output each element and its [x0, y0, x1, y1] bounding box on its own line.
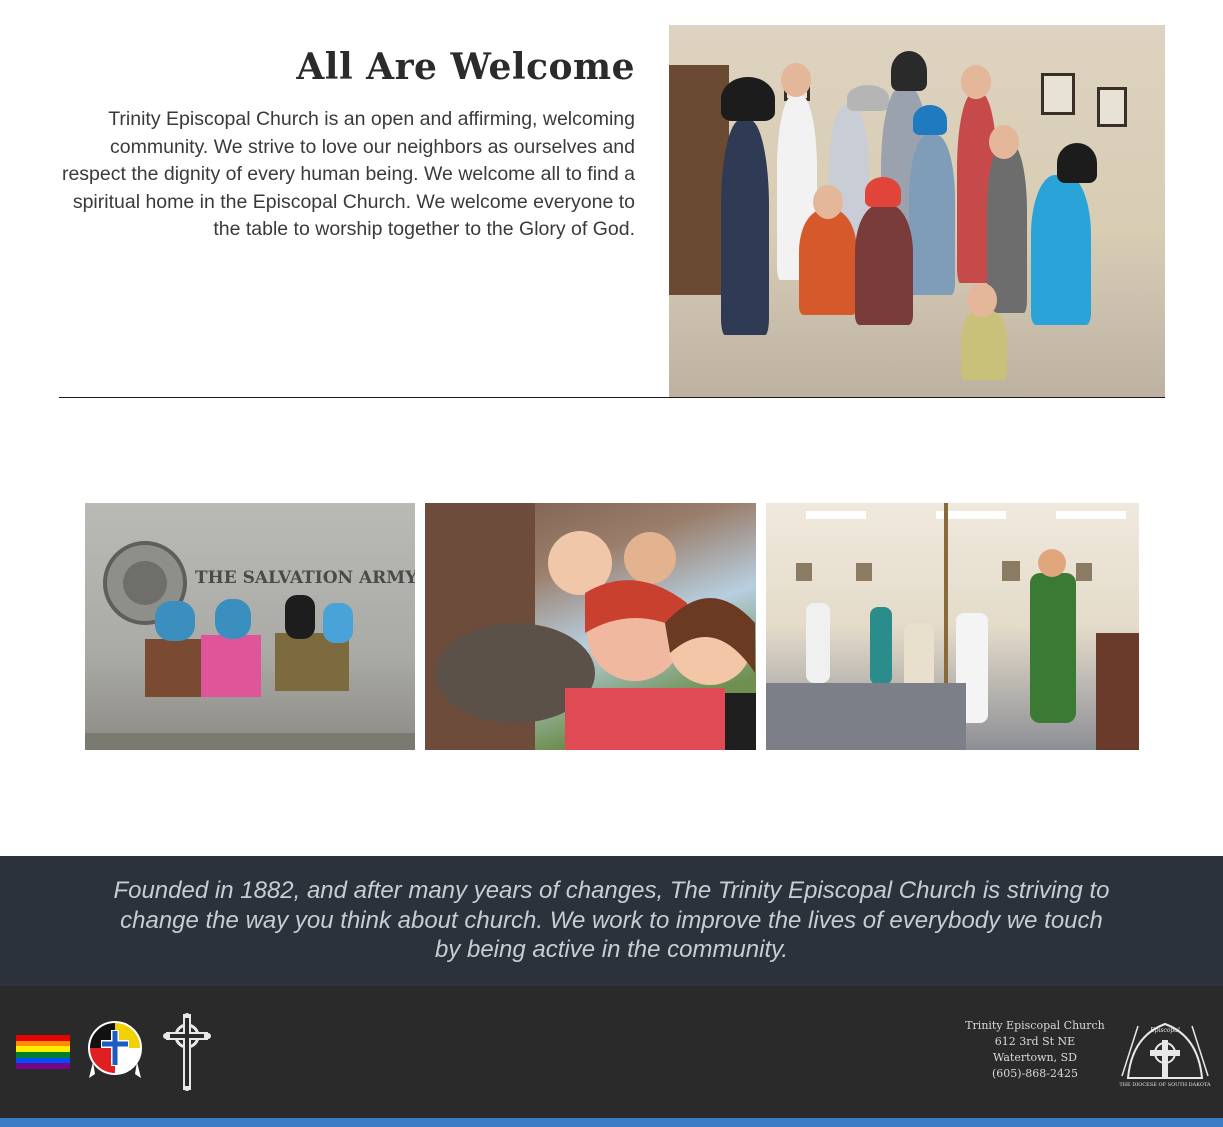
address-phone[interactable]: (605)-868-2425: [955, 1066, 1115, 1082]
flag-stripe: [16, 1063, 70, 1069]
welcome-section: All Are Welcome Trinity Episcopal Church…: [60, 40, 635, 244]
photo-wall-frame: [1097, 87, 1127, 127]
photo-hat: [847, 85, 889, 111]
photo-wall-frame: [1041, 73, 1075, 115]
mission-banner: Founded in 1882, and after many years of…: [0, 856, 1223, 986]
salvation-army-sign: THE SALVATION ARMY: [195, 568, 415, 588]
photo-door: [669, 65, 729, 295]
gallery-photo-selfie[interactable]: [425, 503, 756, 750]
address-city: Watertown, SD: [993, 1051, 1077, 1064]
pride-flag-icon[interactable]: [16, 1035, 70, 1069]
celtic-cross-icon[interactable]: [162, 1012, 212, 1092]
salvation-army-scene: THE SALVATION ARMY: [85, 541, 415, 750]
photo-hat: [721, 77, 775, 121]
photo-person: [721, 120, 769, 335]
church-service-scene: [766, 503, 1139, 750]
welcome-body: Trinity Episcopal Church is an open and …: [61, 108, 635, 240]
photo-hat: [913, 105, 947, 135]
gallery-photo-salvation-army[interactable]: THE SALVATION ARMY: [85, 503, 415, 750]
address-street: 612 3rd St NE: [994, 1035, 1076, 1048]
medicine-wheel-icon[interactable]: [87, 1020, 143, 1084]
address-name: Trinity Episcopal Church: [965, 1019, 1105, 1032]
photo-hat: [1057, 143, 1097, 183]
photo-hat: [891, 51, 927, 91]
gallery-photo-church-service[interactable]: [766, 503, 1139, 750]
diocese-logo-icon[interactable]: Episcopal THE DIOCESE OF SOUTH DAKOTA: [1118, 1016, 1212, 1088]
footer-accent-bar: [0, 1118, 1223, 1127]
youth-group-photo: [669, 25, 1165, 397]
photo-person: [1031, 175, 1091, 325]
photo-head: [967, 283, 997, 317]
photo-person: [961, 310, 1007, 380]
photo-person: [855, 205, 913, 325]
photo-head: [813, 185, 843, 219]
church-address: Trinity Episcopal Church 612 3rd St NE W…: [955, 1018, 1115, 1082]
mission-statement: Founded in 1882, and after many years of…: [113, 877, 1110, 963]
photo-head: [961, 65, 991, 99]
svg-text:Episcopal: Episcopal: [1149, 1027, 1180, 1034]
photo-head: [781, 63, 811, 97]
welcome-title: All Are Welcome: [296, 46, 635, 88]
selfie-scene: [425, 503, 756, 750]
photo-head: [989, 125, 1019, 159]
section-divider: [59, 397, 1165, 398]
photo-hat: [865, 177, 901, 207]
photo-person: [909, 135, 955, 295]
diocese-logo-text: THE DIOCESE OF SOUTH DAKOTA: [1119, 1082, 1211, 1088]
photo-person: [799, 210, 857, 315]
